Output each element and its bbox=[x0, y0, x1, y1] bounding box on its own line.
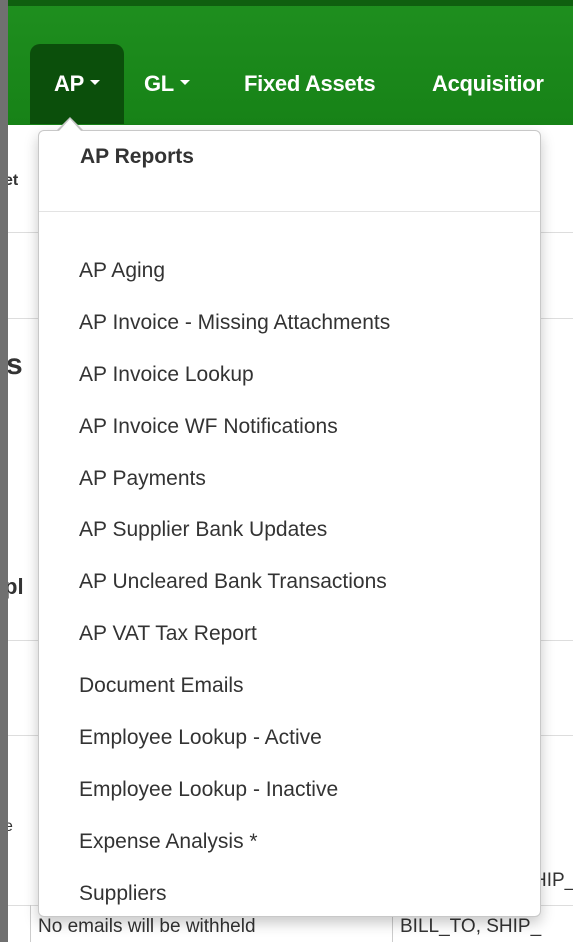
dropdown-arrow-fill bbox=[59, 119, 81, 131]
menu-item-ap-supplier-bank-updates[interactable]: AP Supplier Bank Updates bbox=[39, 504, 540, 556]
dropdown-list: AP Aging AP Invoice - Missing Attachment… bbox=[39, 245, 540, 920]
bg-table-cell-border bbox=[30, 905, 31, 942]
bg-text-fragment: e bbox=[8, 818, 13, 835]
menu-item-ap-invoice-wf-notifications[interactable]: AP Invoice WF Notifications bbox=[39, 401, 540, 453]
ap-dropdown-menu: AP Reports AP Aging AP Invoice - Missing… bbox=[38, 130, 541, 917]
caret-down-icon bbox=[179, 79, 190, 85]
nav-fixed-assets-label: Fixed Assets bbox=[244, 71, 376, 96]
navbar-top-border bbox=[8, 0, 573, 6]
menu-item-ap-invoice-lookup[interactable]: AP Invoice Lookup bbox=[39, 349, 540, 401]
caret-down-icon bbox=[89, 79, 100, 85]
page: AP GL Fixed Assets Acquisitior et s pl e… bbox=[8, 0, 573, 942]
nav-acquisitions[interactable]: Acquisitior bbox=[432, 44, 544, 124]
dropdown-header: AP Reports bbox=[80, 145, 194, 168]
menu-item-employee-lookup-active[interactable]: Employee Lookup - Active bbox=[39, 712, 540, 764]
menu-item-expense-analysis[interactable]: Expense Analysis * bbox=[39, 816, 540, 868]
dropdown-divider bbox=[39, 211, 540, 212]
bg-text-fragment: pl bbox=[8, 574, 24, 599]
menu-item-ap-aging[interactable]: AP Aging bbox=[39, 245, 540, 297]
bg-text-fragment: et bbox=[8, 172, 19, 189]
nav-fixed-assets[interactable]: Fixed Assets bbox=[244, 44, 376, 124]
menu-item-document-emails[interactable]: Document Emails bbox=[39, 660, 540, 712]
nav-gl-menu[interactable]: GL bbox=[144, 44, 190, 124]
nav-ap-menu[interactable]: AP bbox=[30, 44, 124, 124]
menu-item-ap-invoice-missing-attachments[interactable]: AP Invoice - Missing Attachments bbox=[39, 297, 540, 349]
nav-ap-label: AP bbox=[54, 71, 84, 96]
nav-gl-label: GL bbox=[144, 71, 174, 96]
bg-heading-fragment: s bbox=[8, 348, 23, 381]
top-navbar: AP GL Fixed Assets Acquisitior bbox=[8, 0, 573, 125]
menu-item-employee-lookup-inactive[interactable]: Employee Lookup - Inactive bbox=[39, 764, 540, 816]
menu-item-ap-payments[interactable]: AP Payments bbox=[39, 453, 540, 505]
menu-item-ap-vat-tax-report[interactable]: AP VAT Tax Report bbox=[39, 608, 540, 660]
menu-item-ap-uncleared-bank-transactions[interactable]: AP Uncleared Bank Transactions bbox=[39, 556, 540, 608]
menu-item-suppliers[interactable]: Suppliers bbox=[39, 868, 540, 920]
nav-acquisitions-label: Acquisitior bbox=[432, 71, 544, 96]
